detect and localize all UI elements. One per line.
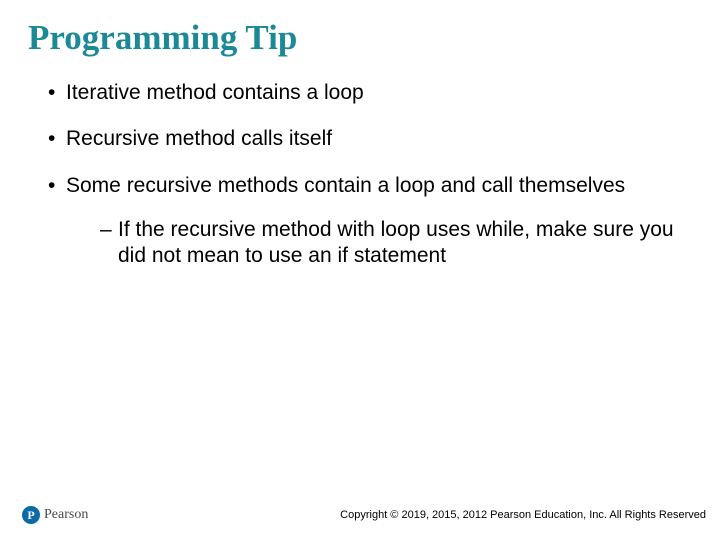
sub-list: If the recursive method with loop uses w… bbox=[66, 217, 692, 270]
list-item: Iterative method contains a loop bbox=[48, 80, 692, 106]
slide-title: Programming Tip bbox=[28, 18, 692, 58]
footer: P Pearson Copyright © 2019, 2015, 2012 P… bbox=[0, 506, 720, 524]
bullet-text: Iterative method contains a loop bbox=[66, 81, 364, 104]
list-item: Recursive method calls itself bbox=[48, 126, 692, 152]
logo-mark-icon: P bbox=[22, 506, 40, 524]
sub-bullet-text: If the recursive method with loop uses w… bbox=[118, 218, 674, 267]
pearson-logo: P Pearson bbox=[22, 506, 88, 524]
logo-text: Pearson bbox=[44, 507, 88, 523]
sub-list-item: If the recursive method with loop uses w… bbox=[100, 217, 692, 270]
bullet-text: Some recursive methods contain a loop an… bbox=[66, 174, 625, 197]
bullet-text: Recursive method calls itself bbox=[66, 127, 332, 150]
copyright-text: Copyright © 2019, 2015, 2012 Pearson Edu… bbox=[340, 509, 706, 521]
slide: Programming Tip Iterative method contain… bbox=[0, 0, 720, 540]
list-item: Some recursive methods contain a loop an… bbox=[48, 173, 692, 270]
bullet-list: Iterative method contains a loop Recursi… bbox=[28, 80, 692, 269]
